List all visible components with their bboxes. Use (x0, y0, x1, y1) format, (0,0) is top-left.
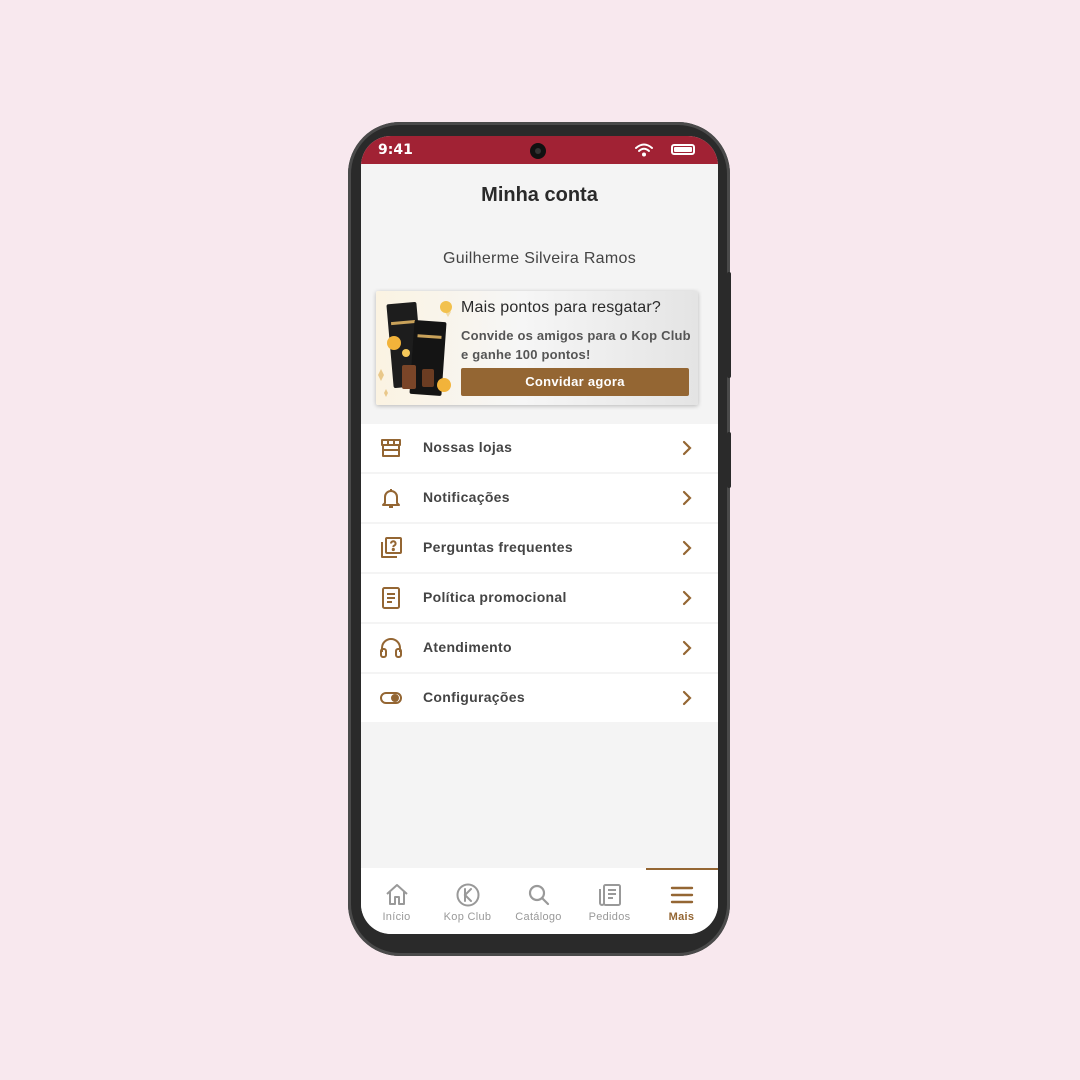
menu-item-label: Perguntas frequentes (423, 539, 573, 555)
toggle-icon (380, 692, 402, 704)
status-time: 9:41 (378, 142, 413, 158)
page-title: Minha conta (481, 184, 598, 206)
chocolate-bars-image (378, 301, 452, 397)
home-icon (386, 884, 408, 905)
tab-kop-club[interactable]: Kop Club (432, 868, 503, 934)
menu-item-label: Notificações (423, 489, 510, 505)
menu-icon (670, 886, 694, 904)
wifi-icon (635, 143, 653, 157)
menu-item-settings[interactable]: Configurações (361, 674, 718, 722)
status-bar: 9:41 (361, 136, 718, 164)
tab-label: Catálogo (515, 911, 562, 923)
app-screen: 9:41 Minha conta Guilherme Silveira Ramo… (361, 136, 718, 934)
promo-banner[interactable]: Mais pontos para resgatar? Convide os am… (376, 291, 698, 405)
menu-item-label: Configurações (423, 689, 525, 705)
tab-catalogo[interactable]: Catálogo (503, 868, 574, 934)
tab-mais[interactable]: Mais (646, 868, 718, 934)
menu-item-notifications[interactable]: Notificações (361, 474, 718, 522)
tab-label: Pedidos (588, 911, 631, 923)
bottom-tab-bar: Início Kop Club Catálogo Pedidos Mais (361, 868, 718, 934)
faq-icon (381, 537, 402, 558)
search-icon (528, 884, 550, 906)
bell-icon (382, 489, 400, 508)
document-icon (382, 587, 400, 609)
promo-text: Convide os amigos para o Kop Club e ganh… (461, 328, 691, 362)
battery-icon (671, 144, 695, 155)
menu-item-label: Nossas lojas (423, 439, 513, 455)
invite-now-button[interactable]: Convidar agora (461, 368, 689, 396)
tab-label: Kop Club (443, 911, 492, 923)
account-menu: Nossas lojas Notificações Perguntas freq… (361, 424, 718, 724)
chevron-right-icon (682, 540, 692, 556)
power-button (727, 272, 731, 378)
tab-pedidos[interactable]: Pedidos (574, 868, 645, 934)
tab-inicio[interactable]: Início (361, 868, 432, 934)
user-name: Guilherme Silveira Ramos (442, 250, 637, 267)
chevron-right-icon (682, 590, 692, 606)
chevron-right-icon (682, 490, 692, 506)
headset-icon (380, 638, 402, 658)
menu-item-faq[interactable]: Perguntas frequentes (361, 524, 718, 572)
tab-label: Início (382, 911, 411, 923)
menu-item-promo-policy[interactable]: Política promocional (361, 574, 718, 622)
menu-item-label: Atendimento (423, 639, 512, 655)
menu-item-support[interactable]: Atendimento (361, 624, 718, 672)
orders-icon (599, 884, 621, 906)
volume-button (727, 432, 731, 488)
promo-title: Mais pontos para resgatar? (461, 299, 661, 316)
chevron-right-icon (682, 690, 692, 706)
front-camera (530, 143, 546, 159)
chevron-right-icon (682, 640, 692, 656)
chevron-right-icon (682, 440, 692, 456)
tab-label: Mais (668, 911, 695, 923)
kop-club-icon (456, 883, 480, 907)
menu-item-stores[interactable]: Nossas lojas (361, 424, 718, 472)
menu-item-label: Política promocional (423, 589, 567, 605)
store-icon (381, 439, 401, 457)
